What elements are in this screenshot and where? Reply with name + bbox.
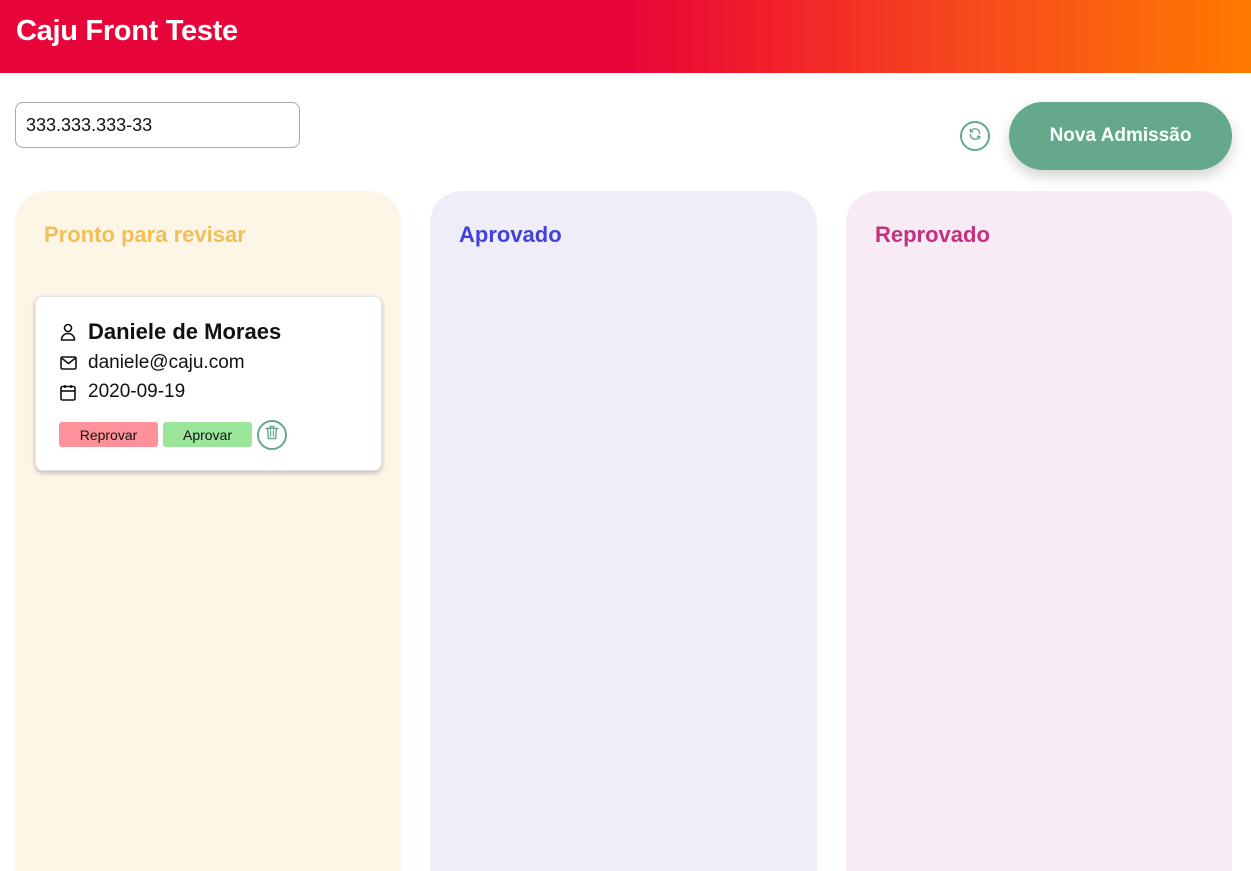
card-date-row: 2020-09-19 (59, 381, 185, 403)
card-name-row: Daniele de Moraes (59, 319, 281, 345)
reject-button[interactable]: Reprovar (59, 422, 158, 447)
trash-icon (265, 425, 279, 445)
column-rejected: Reprovado (846, 191, 1232, 871)
column-approved: Aprovado (430, 191, 817, 871)
user-icon (59, 323, 77, 341)
column-title: Aprovado (459, 222, 562, 247)
card-email-row: daniele@caju.com (59, 352, 245, 374)
employee-name: Daniele de Moraes (88, 319, 282, 344)
column-title: Reprovado (875, 222, 990, 247)
search-input[interactable] (15, 102, 300, 148)
column-ready-for-review: Pronto para revisar Daniele de Moraes da… (15, 191, 401, 871)
admission-date: 2020-09-19 (88, 381, 186, 402)
approve-button[interactable]: Aprovar (163, 422, 252, 447)
employee-email: daniele@caju.com (88, 352, 245, 373)
column-title: Pronto para revisar (44, 222, 246, 247)
calendar-icon (59, 383, 77, 401)
new-admission-button[interactable]: Nova Admissão (1009, 102, 1232, 170)
app-header: Caju Front Teste (0, 0, 1251, 73)
registration-card: Daniele de Moraes daniele@caju.com 2020-… (35, 296, 382, 471)
refresh-icon (968, 127, 982, 146)
delete-button[interactable] (257, 420, 287, 450)
refresh-button[interactable] (960, 121, 990, 151)
app-title: Caju Front Teste (16, 15, 238, 47)
mail-icon (59, 354, 77, 372)
